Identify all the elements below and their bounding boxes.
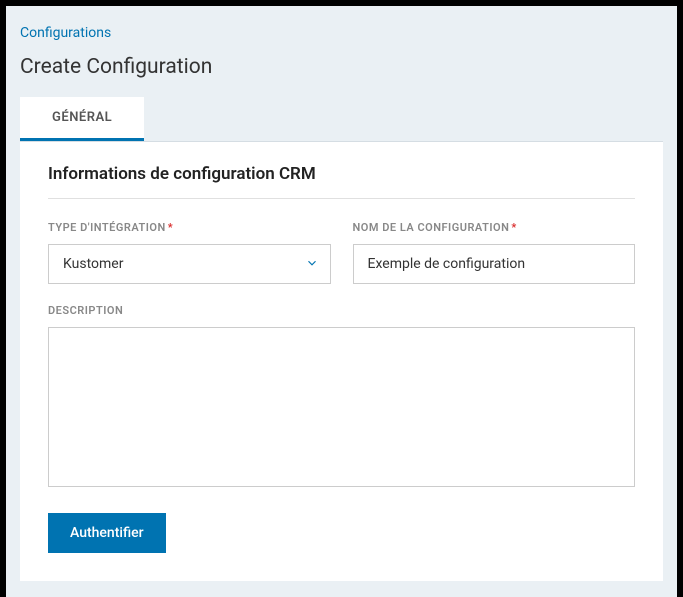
- required-asterisk: *: [168, 221, 173, 234]
- description-label: DESCRIPTION: [48, 304, 635, 317]
- app-container: Configurations Create Configuration GÉNÉ…: [6, 6, 677, 547]
- section-heading: Informations de configuration CRM: [48, 164, 635, 199]
- form-row-1: TYPE D'INTÉGRATION* Kustomer NOM DE LA C…: [48, 221, 635, 284]
- tabs-row: GÉNÉRAL: [20, 97, 663, 142]
- required-asterisk: *: [511, 221, 516, 234]
- field-description: DESCRIPTION: [48, 304, 635, 487]
- config-name-label: NOM DE LA CONFIGURATION*: [353, 221, 636, 234]
- breadcrumb-configurations[interactable]: Configurations: [20, 25, 111, 41]
- description-textarea[interactable]: [48, 327, 635, 487]
- page-title: Create Configuration: [20, 55, 663, 79]
- field-config-name: NOM DE LA CONFIGURATION*: [353, 221, 636, 284]
- integration-type-value: Kustomer: [48, 244, 331, 284]
- header: Configurations Create Configuration: [6, 6, 677, 97]
- field-integration-type: TYPE D'INTÉGRATION* Kustomer: [48, 221, 331, 284]
- main-content: GÉNÉRAL Informations de configuration CR…: [6, 97, 677, 597]
- integration-type-label: TYPE D'INTÉGRATION*: [48, 221, 331, 234]
- config-name-input[interactable]: [353, 244, 636, 284]
- tab-panel-general: Informations de configuration CRM TYPE D…: [20, 142, 663, 581]
- authenticate-button[interactable]: Authentifier: [48, 513, 166, 553]
- tab-general[interactable]: GÉNÉRAL: [20, 97, 144, 141]
- integration-type-select[interactable]: Kustomer: [48, 244, 331, 284]
